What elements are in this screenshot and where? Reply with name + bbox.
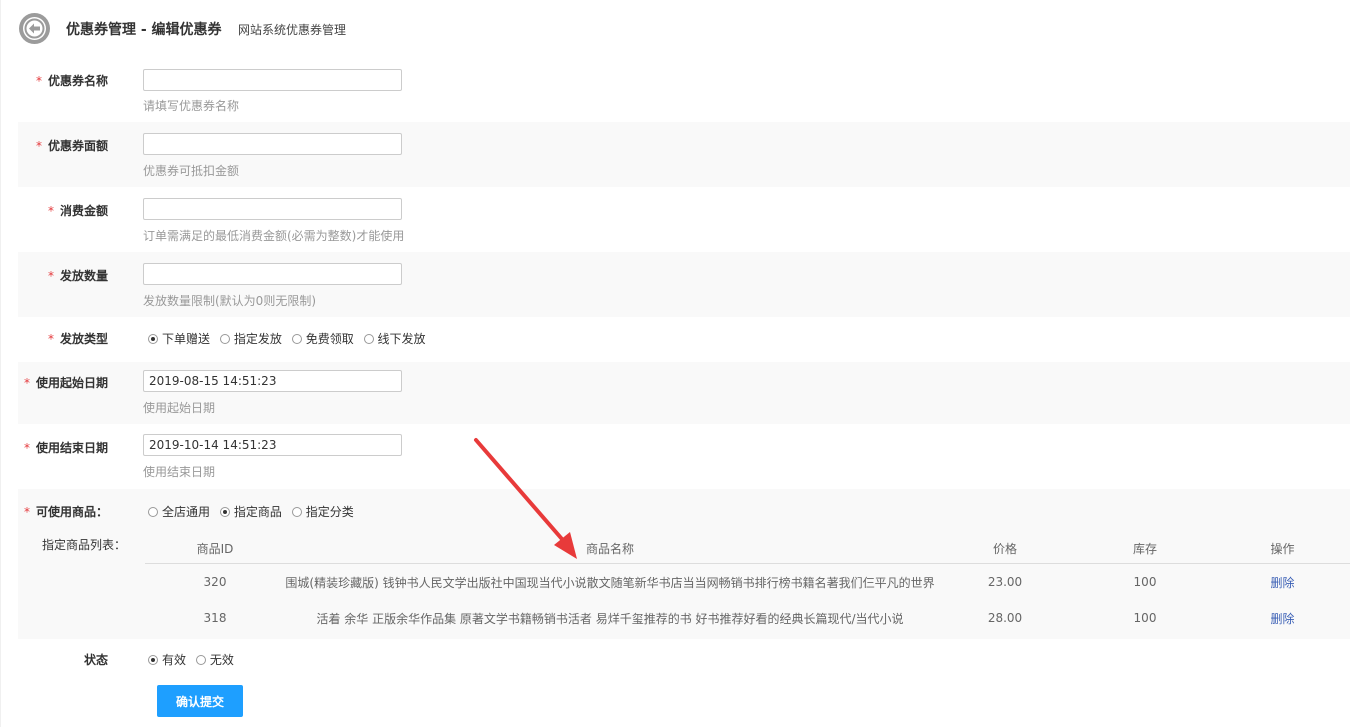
radio-issue-assigned[interactable]: 指定发放 bbox=[219, 330, 282, 347]
radio-dot bbox=[195, 655, 206, 665]
goods-id: 318 bbox=[203, 611, 227, 625]
issue-type-radio-group: 下单赠送 指定发放 免费领取 线下发放 bbox=[148, 330, 432, 347]
start-date-input[interactable] bbox=[143, 370, 402, 392]
goods-price: 23.00 bbox=[987, 575, 1023, 589]
radio-issue-offline[interactable]: 线下发放 bbox=[363, 330, 426, 347]
arrow-left-icon bbox=[24, 18, 45, 39]
coupon-name-input[interactable] bbox=[143, 69, 402, 91]
status-radio-group: 有效 无效 bbox=[148, 651, 240, 668]
radio-issue-order-gift[interactable]: 下单赠送 bbox=[148, 330, 210, 347]
min-spend-help: 订单需满足的最低消费金额(必需为整数)才能使用 bbox=[143, 229, 405, 243]
quantity-help: 发放数量限制(默认为0则无限制) bbox=[143, 294, 316, 308]
required-star: * bbox=[35, 139, 42, 153]
page-subtitle: 网站系统优惠券管理 bbox=[238, 23, 347, 37]
required-star: * bbox=[23, 441, 30, 455]
radio-status-valid[interactable]: 有效 bbox=[148, 651, 186, 668]
goods-list-label: 指定商品列表： bbox=[41, 538, 126, 552]
status-label: 状态 bbox=[83, 653, 108, 667]
radio-scope-specified-category[interactable]: 指定分类 bbox=[291, 503, 354, 520]
goods-stock: 100 bbox=[1133, 611, 1157, 625]
form-row-status: 状态 有效 无效 bbox=[18, 639, 1350, 679]
goods-name: 围城(精装珍藏版) 钱钟书人民文学出版社中国现当代小说散文随笔新华书店当当网畅销… bbox=[285, 575, 935, 590]
end-date-help: 使用结束日期 bbox=[143, 465, 216, 479]
end-date-label: * 使用结束日期 bbox=[23, 441, 108, 455]
form-row-name: * 优惠券名称 请填写优惠券名称 bbox=[18, 62, 1350, 122]
required-star: * bbox=[47, 204, 54, 218]
radio-scope-all-store[interactable]: 全店通用 bbox=[148, 503, 210, 520]
radio-dot bbox=[363, 334, 374, 344]
goods-stock: 100 bbox=[1133, 575, 1157, 589]
annotation-arrow-icon bbox=[474, 438, 577, 559]
form-row-min-spend: * 消费金额 订单需满足的最低消费金额(必需为整数)才能使用 bbox=[18, 187, 1350, 252]
form-row-quantity: * 发放数量 发放数量限制(默认为0则无限制) bbox=[18, 252, 1350, 317]
goods-id: 320 bbox=[203, 575, 227, 589]
back-button[interactable] bbox=[19, 13, 50, 44]
coupon-amount-input[interactable] bbox=[143, 133, 402, 155]
start-date-help: 使用起始日期 bbox=[143, 401, 216, 415]
end-date-input[interactable] bbox=[143, 434, 402, 456]
form-row-start-date: *使用起始日期 使用起始日期 bbox=[18, 362, 1350, 424]
radio-dot bbox=[291, 334, 302, 344]
col-header-price: 价格 bbox=[992, 541, 1017, 556]
goods-scope-radio-group: 全店通用 指定商品 指定分类 bbox=[148, 503, 360, 520]
form-row-goods-scope: * 可使用商品： 全店通用 指定商品 指定分类 bbox=[18, 489, 1350, 529]
delete-link[interactable]: 删除 bbox=[1270, 574, 1294, 591]
form-row-issue-type: * 发放类型 下单赠送 指定发放 免费领取 线下发放 bbox=[18, 317, 1350, 362]
col-header-name: 商品名称 bbox=[585, 541, 634, 556]
min-spend-label: * 消费金额 bbox=[47, 204, 108, 218]
radio-dot bbox=[219, 507, 230, 517]
table-row: 318 活着 余华 正版余华作品集 原著文学书籍畅销书活者 易烊千玺推荐的书 好… bbox=[145, 600, 1350, 636]
coupon-name-help: 请填写优惠券名称 bbox=[143, 99, 240, 113]
page-title: 优惠券管理 - 编辑优惠券 bbox=[66, 22, 222, 38]
goods-scope-label: * 可使用商品： bbox=[23, 505, 108, 519]
goods-table-header: 商品ID 商品名称 价格 库存 操作 bbox=[145, 533, 1350, 564]
required-star: * bbox=[47, 269, 54, 283]
radio-dot bbox=[219, 334, 230, 344]
required-star: * bbox=[23, 505, 30, 519]
required-star: * bbox=[35, 74, 42, 88]
required-star: * bbox=[47, 332, 54, 346]
form-row-end-date: *使用结束日期 使用结束日期 bbox=[18, 424, 1350, 489]
start-date-label: * 使用起始日期 bbox=[23, 376, 108, 390]
radio-dot bbox=[148, 507, 158, 517]
radio-dot bbox=[148, 334, 158, 344]
issue-type-label: * 发放类型 bbox=[47, 332, 108, 346]
goods-price: 28.00 bbox=[987, 611, 1023, 625]
amount-label: * 优惠券面额 bbox=[35, 139, 108, 153]
page-header: 优惠券管理 - 编辑优惠券 网站系统优惠券管理 bbox=[0, 0, 1352, 58]
table-row: 320 围城(精装珍藏版) 钱钟书人民文学出版社中国现当代小说散文随笔新华书店当… bbox=[145, 564, 1350, 600]
delete-link[interactable]: 删除 bbox=[1270, 610, 1294, 627]
quantity-input[interactable] bbox=[143, 263, 402, 285]
left-border bbox=[0, 0, 1, 727]
submit-button[interactable]: 确认提交 bbox=[157, 685, 243, 717]
goods-name: 活着 余华 正版余华作品集 原著文学书籍畅销书活者 易烊千玺推荐的书 好书推荐好… bbox=[316, 611, 904, 626]
quantity-label: * 发放数量 bbox=[47, 269, 108, 283]
radio-scope-specified-goods[interactable]: 指定商品 bbox=[219, 503, 282, 520]
radio-issue-free-claim[interactable]: 免费领取 bbox=[291, 330, 354, 347]
radio-status-invalid[interactable]: 无效 bbox=[195, 651, 234, 668]
required-star: * bbox=[23, 376, 30, 390]
name-label: * 优惠券名称 bbox=[35, 74, 108, 88]
col-header-id: 商品ID bbox=[196, 541, 234, 556]
col-header-action: 操作 bbox=[1270, 541, 1295, 556]
radio-dot bbox=[148, 655, 158, 665]
col-header-stock: 库存 bbox=[1132, 541, 1157, 556]
radio-dot bbox=[291, 507, 302, 517]
form-row-amount: * 优惠券面额 优惠券可抵扣金额 bbox=[18, 122, 1350, 187]
coupon-amount-help: 优惠券可抵扣金额 bbox=[143, 164, 240, 178]
min-spend-input[interactable] bbox=[143, 198, 402, 220]
